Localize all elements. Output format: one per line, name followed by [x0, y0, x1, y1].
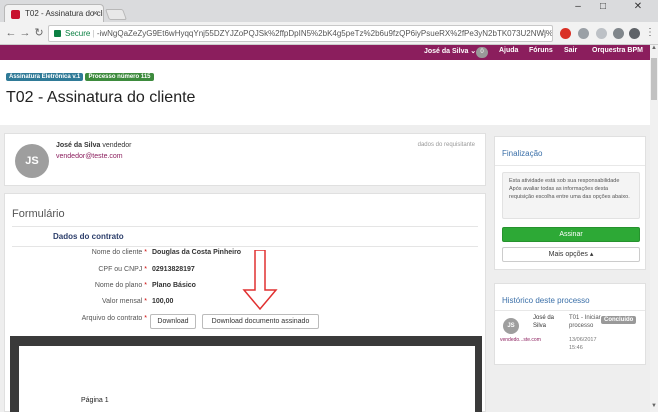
close-window-icon[interactable]: ✕: [618, 0, 658, 14]
status-badge: Concluído: [601, 316, 637, 324]
process-type-label: Assinatura Eletrônica v.1: [6, 73, 84, 81]
requester-email[interactable]: vendedor@teste.com: [56, 153, 123, 160]
field-label: Nome do plano *: [94, 282, 147, 289]
field-value: Plano Básico: [152, 282, 196, 289]
address-bar[interactable]: Secure | -iwNgQaZeZyG9Et6wHyqqYnj55DZYJZ…: [48, 25, 553, 42]
avatar: JS: [15, 144, 49, 178]
minimize-icon[interactable]: –: [567, 0, 589, 14]
app-header: José da Silva ⌄ 0 Ajuda Fóruns Sair Orqu…: [0, 45, 650, 60]
download-signed-button[interactable]: Download documento assinado: [202, 314, 319, 329]
field-value: 100,00: [152, 298, 174, 305]
lock-icon: [54, 30, 61, 37]
back-icon[interactable]: ←: [4, 26, 18, 40]
browser-menu-icon[interactable]: ⋮: [645, 27, 655, 38]
page-scrollbar[interactable]: [650, 45, 658, 412]
scroll-down-icon[interactable]: ▼: [650, 403, 658, 412]
browser-tab[interactable]: T02 - Assinatura do clien ×: [4, 4, 104, 22]
history-user: José da Silva: [533, 315, 555, 329]
field-value: 02913828197: [152, 266, 195, 273]
scrollbar-thumb[interactable]: [651, 58, 657, 100]
notification-badge[interactable]: 0: [476, 47, 488, 58]
forums-link[interactable]: Fóruns: [529, 47, 553, 54]
url-text: -iwNgQaZeZyG9Et6wHyqqYnj55DZYJZoPQJSk%2f…: [96, 29, 553, 38]
field-label: Valor mensal *: [101, 298, 147, 305]
browser-toolbar: ← → ↻ Secure | -iwNgQaZeZyG9Et6wHyqqYnj5…: [0, 22, 658, 45]
extension-icon[interactable]: [629, 28, 640, 39]
download-button[interactable]: Download: [150, 314, 196, 329]
process-number-label: Processo número 115: [85, 73, 154, 81]
section-title: Dados do contrato: [53, 232, 124, 241]
history-card: Histórico deste processo JS José da Silv…: [494, 283, 646, 365]
extension-icon[interactable]: [578, 28, 589, 39]
extension-icon[interactable]: [596, 28, 607, 39]
requester-name: José da Silva vendedor: [56, 142, 132, 149]
finalization-note: Esta atividade está sob sua responsabili…: [502, 172, 640, 219]
requester-card: JS José da Silva vendedor vendedor@teste…: [4, 133, 486, 186]
divider: [495, 310, 645, 311]
requester-meta: dados do requisitante: [417, 142, 475, 148]
field-value: Douglas da Costa Pinheiro: [152, 249, 242, 256]
user-menu[interactable]: José da Silva ⌄: [424, 47, 476, 55]
annotation-arrow-icon: [242, 250, 278, 310]
maximize-icon[interactable]: □: [592, 0, 614, 14]
history-date: 13/06/2017 15:46: [569, 337, 597, 351]
bookmark-star-icon[interactable]: ☆: [539, 26, 548, 41]
process-labels: Assinatura Eletrônica v.1 Processo númer…: [6, 71, 154, 81]
favicon-icon: [11, 10, 20, 19]
form-heading: Formulário: [12, 208, 65, 220]
history-task: T01 - Iniciar processo: [569, 315, 601, 329]
more-options-button[interactable]: Mais opções ▴: [502, 247, 640, 262]
field-label: Nome do cliente *: [91, 249, 147, 256]
finalization-card: Finalização Esta atividade está sob sua …: [494, 136, 646, 270]
field-label: CPF ou CNPJ *: [98, 266, 147, 273]
page-title: T02 - Assinatura do cliente: [6, 89, 196, 106]
sign-button[interactable]: Assinar: [502, 227, 640, 242]
help-link[interactable]: Ajuda: [499, 47, 518, 54]
adblock-extension-icon[interactable]: [560, 28, 571, 39]
divider: [12, 226, 478, 227]
scroll-up-icon[interactable]: ▲: [650, 45, 658, 54]
new-tab-button[interactable]: [104, 9, 128, 20]
finalization-title: Finalização: [502, 149, 543, 158]
extension-icon[interactable]: [613, 28, 624, 39]
secure-label: Secure: [65, 29, 91, 38]
close-tab-icon[interactable]: ×: [93, 8, 98, 18]
document-page-label: Página 1: [81, 397, 109, 404]
history-email[interactable]: vendedo...ste.com: [500, 337, 541, 343]
logout-link[interactable]: Sair: [564, 47, 577, 54]
divider: [495, 165, 645, 166]
avatar: JS: [503, 318, 519, 334]
forward-icon[interactable]: →: [18, 26, 32, 40]
reload-icon[interactable]: ↻: [32, 26, 46, 40]
history-title: Histórico deste processo: [502, 296, 590, 305]
orchestra-link[interactable]: Orquestra BPM: [592, 47, 643, 54]
field-label: Arquivo do contrato *: [81, 315, 147, 322]
browser-tab-strip: T02 - Assinatura do clien × – □ ✕: [0, 0, 658, 22]
